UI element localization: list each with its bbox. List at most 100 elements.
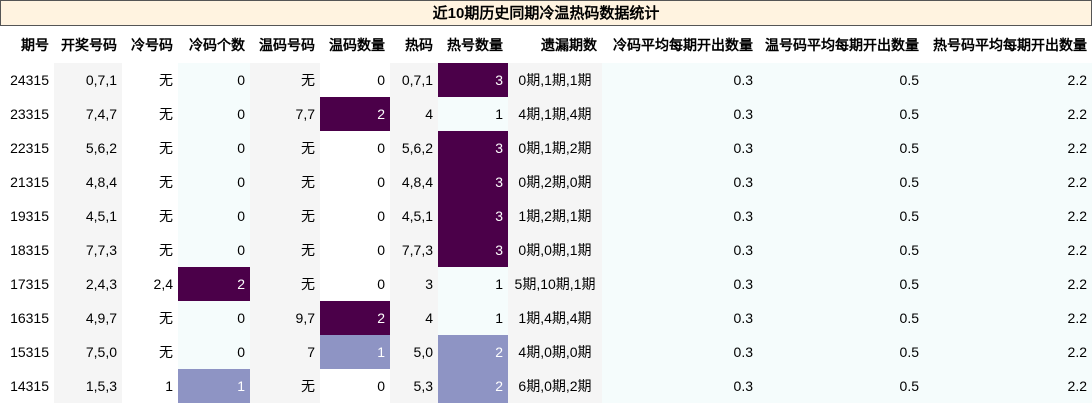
cell-miss: 4期,1期,4期 xyxy=(508,97,602,131)
cell-issue: 24315 xyxy=(0,63,54,97)
cell-cold-avg: 0.3 xyxy=(602,131,758,165)
cell-draw: 7,7,3 xyxy=(54,233,122,267)
table-row: 21315 4,8,4 无 0 无 0 4,8,4 3 0期,2期,0期 0.3 0.5 2.2 xyxy=(0,165,1092,199)
cell-warm-avg: 0.5 xyxy=(758,97,924,131)
cell-cold: 无 xyxy=(122,233,178,267)
cell-draw: 7,4,7 xyxy=(54,97,122,131)
cell-hot-avg: 2.2 xyxy=(924,369,1092,403)
cell-draw: 0,7,1 xyxy=(54,63,122,97)
cell-warm-avg: 0.5 xyxy=(758,165,924,199)
cell-warm: 无 xyxy=(250,199,320,233)
cell-hot: 4,5,1 xyxy=(390,199,438,233)
col-header-draw: 开奖号码 xyxy=(61,36,117,53)
cell-cold-count: 0 xyxy=(178,97,250,131)
cell-warm-count: 2 xyxy=(320,301,390,335)
cell-cold-count: 0 xyxy=(178,233,250,267)
cell-warm: 无 xyxy=(250,233,320,267)
cell-hot-count: 3 xyxy=(438,199,508,233)
cell-hot-count: 3 xyxy=(438,165,508,199)
cell-issue: 23315 xyxy=(0,97,54,131)
stats-table: 期号 开奖号码 冷号码 冷码个数 温码号码 温码数量 热码 热号数量 遗漏期数 … xyxy=(0,26,1092,403)
cell-cold: 2,4 xyxy=(122,267,178,301)
cell-warm: 无 xyxy=(250,165,320,199)
cell-warm-avg: 0.5 xyxy=(758,131,924,165)
cell-hot-count: 1 xyxy=(438,301,508,335)
cell-cold: 无 xyxy=(122,199,178,233)
cell-miss: 0期,1期,1期 xyxy=(508,63,602,97)
cell-draw: 5,6,2 xyxy=(54,131,122,165)
cell-cold-count: 0 xyxy=(178,165,250,199)
table-row: 14315 1,5,3 1 1 无 0 5,3 2 6期,0期,2期 0.3 0.5 2.2 xyxy=(0,369,1092,403)
cell-hot-count: 2 xyxy=(438,369,508,403)
table-row: 18315 7,7,3 无 0 无 0 7,7,3 3 0期,0期,1期 0.3 0.5 2.2 xyxy=(0,233,1092,267)
cell-cold: 无 xyxy=(122,165,178,199)
cell-cold: 无 xyxy=(122,97,178,131)
cell-cold-avg: 0.3 xyxy=(602,335,758,369)
cell-hot-count: 3 xyxy=(438,233,508,267)
cell-hot-count: 2 xyxy=(438,335,508,369)
cell-hot-avg: 2.2 xyxy=(924,267,1092,301)
cell-cold-avg: 0.3 xyxy=(602,369,758,403)
cell-warm-avg: 0.5 xyxy=(758,335,924,369)
cell-cold: 无 xyxy=(122,301,178,335)
cell-cold-avg: 0.3 xyxy=(602,301,758,335)
col-header-warm-avg: 温号码平均每期开出数量 xyxy=(765,36,919,53)
cell-draw: 4,8,4 xyxy=(54,165,122,199)
cell-hot-count: 1 xyxy=(438,97,508,131)
cell-warm: 无 xyxy=(250,63,320,97)
col-header-cold: 冷号码 xyxy=(131,36,173,53)
cell-warm-avg: 0.5 xyxy=(758,369,924,403)
cell-miss: 1期,2期,1期 xyxy=(508,199,602,233)
cell-warm-count: 0 xyxy=(320,63,390,97)
cell-hot-avg: 2.2 xyxy=(924,97,1092,131)
cell-cold-avg: 0.3 xyxy=(602,199,758,233)
table-title: 近10期历史同期冷温热码数据统计 xyxy=(0,0,1092,26)
cell-cold-count: 0 xyxy=(178,131,250,165)
cell-cold-count: 0 xyxy=(178,199,250,233)
cell-warm: 无 xyxy=(250,267,320,301)
col-header-miss: 遗漏期数 xyxy=(541,36,597,53)
col-header-warm: 温码号码 xyxy=(259,36,315,53)
cell-cold: 无 xyxy=(122,335,178,369)
col-header-cold-avg: 冷码平均每期开出数量 xyxy=(613,36,753,53)
header-row: 期号 开奖号码 冷号码 冷码个数 温码号码 温码数量 热码 热号数量 遗漏期数 … xyxy=(0,26,1092,63)
cell-hot-avg: 2.2 xyxy=(924,335,1092,369)
cell-issue: 21315 xyxy=(0,165,54,199)
cell-issue: 17315 xyxy=(0,267,54,301)
cell-issue: 14315 xyxy=(0,369,54,403)
cell-hot: 5,6,2 xyxy=(390,131,438,165)
table-row: 19315 4,5,1 无 0 无 0 4,5,1 3 1期,2期,1期 0.3 0.5 2.2 xyxy=(0,199,1092,233)
cell-warm-avg: 0.5 xyxy=(758,63,924,97)
cell-warm: 7 xyxy=(250,335,320,369)
col-header-hot-avg: 热号码平均每期开出数量 xyxy=(933,36,1087,53)
cell-draw: 1,5,3 xyxy=(54,369,122,403)
cell-cold-count: 0 xyxy=(178,335,250,369)
cell-cold-avg: 0.3 xyxy=(602,267,758,301)
cell-hot-avg: 2.2 xyxy=(924,63,1092,97)
stats-panel: 近10期历史同期冷温热码数据统计 期号 开奖号码 冷号码 冷码个数 温码号码 温… xyxy=(0,0,1092,403)
cell-cold: 无 xyxy=(122,63,178,97)
cell-warm-count: 1 xyxy=(320,335,390,369)
cell-draw: 2,4,3 xyxy=(54,267,122,301)
cell-warm: 无 xyxy=(250,369,320,403)
table-row: 15315 7,5,0 无 0 7 1 5,0 2 4期,0期,0期 0.3 0.5 2.2 xyxy=(0,335,1092,369)
cell-hot: 4 xyxy=(390,97,438,131)
cell-miss: 5期,10期,1期 xyxy=(508,267,602,301)
cell-hot: 0,7,1 xyxy=(390,63,438,97)
cell-hot: 4 xyxy=(390,301,438,335)
cell-issue: 16315 xyxy=(0,301,54,335)
cell-hot-avg: 2.2 xyxy=(924,131,1092,165)
cell-miss: 6期,0期,2期 xyxy=(508,369,602,403)
cell-hot: 5,0 xyxy=(390,335,438,369)
cell-hot-count: 3 xyxy=(438,131,508,165)
col-header-issue: 期号 xyxy=(21,36,49,53)
cell-warm-avg: 0.5 xyxy=(758,267,924,301)
cell-issue: 15315 xyxy=(0,335,54,369)
table-row: 23315 7,4,7 无 0 7,7 2 4 1 4期,1期,4期 0.3 0.5 2.2 xyxy=(0,97,1092,131)
cell-miss: 0期,0期,1期 xyxy=(508,233,602,267)
cell-warm-avg: 0.5 xyxy=(758,199,924,233)
cell-warm: 7,7 xyxy=(250,97,320,131)
cell-cold: 1 xyxy=(122,369,178,403)
cell-hot-avg: 2.2 xyxy=(924,301,1092,335)
cell-issue: 18315 xyxy=(0,233,54,267)
